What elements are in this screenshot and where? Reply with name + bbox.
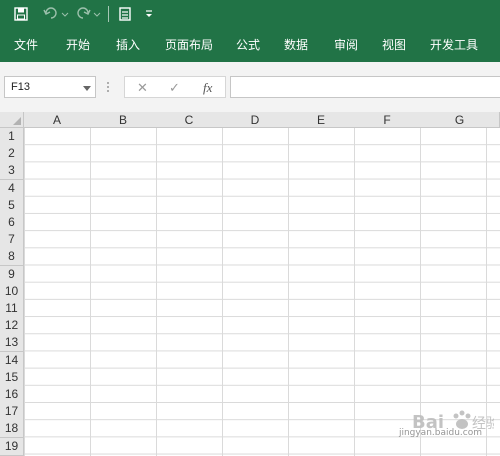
tab-formulas[interactable]: 公式 bbox=[236, 36, 260, 53]
row-header-14[interactable]: 14 bbox=[0, 352, 24, 370]
column-header-g[interactable]: G bbox=[420, 112, 500, 128]
column-header-e[interactable]: E bbox=[288, 112, 355, 128]
tab-data[interactable]: 数据 bbox=[284, 36, 308, 53]
cell-area[interactable] bbox=[24, 128, 500, 456]
tab-page-layout[interactable]: 页面布局 bbox=[165, 36, 213, 53]
row-header-11[interactable]: 11 bbox=[0, 300, 24, 318]
spreadsheet-grid: A B C D E F G 1 2 3 4 5 6 7 8 9 10 11 12… bbox=[0, 112, 500, 456]
column-header-c[interactable]: C bbox=[156, 112, 223, 128]
row-header-6[interactable]: 6 bbox=[0, 214, 24, 232]
name-box-value: F13 bbox=[11, 81, 30, 93]
tab-insert[interactable]: 插入 bbox=[116, 36, 140, 53]
baidu-jingyan-watermark: Bai 经验 jingyan.baidu.com bbox=[399, 408, 500, 442]
select-all-button[interactable] bbox=[0, 112, 24, 128]
insert-function-icon[interactable]: fx bbox=[203, 80, 212, 96]
row-header-10[interactable]: 10 bbox=[0, 283, 24, 301]
row-header-2[interactable]: 2 bbox=[0, 145, 24, 163]
row-header-7[interactable]: 7 bbox=[0, 231, 24, 249]
customize-qat-icon[interactable] bbox=[142, 4, 156, 24]
row-header-5[interactable]: 5 bbox=[0, 197, 24, 215]
column-header-d[interactable]: D bbox=[222, 112, 289, 128]
formula-tools: ✕ ✓ fx bbox=[124, 76, 226, 98]
name-box[interactable]: F13 bbox=[4, 76, 96, 98]
grip-dots-icon[interactable] bbox=[106, 80, 110, 94]
row-header-16[interactable]: 16 bbox=[0, 386, 24, 404]
row-header-4[interactable]: 4 bbox=[0, 180, 24, 198]
row-header-9[interactable]: 9 bbox=[0, 266, 24, 284]
column-header-a[interactable]: A bbox=[24, 112, 91, 128]
form-icon[interactable] bbox=[116, 4, 134, 24]
select-all-triangle-icon bbox=[13, 117, 21, 125]
tab-developer[interactable]: 开发工具 bbox=[430, 36, 478, 53]
formula-bar-area: F13 ✕ ✓ fx bbox=[0, 62, 500, 112]
enter-icon[interactable]: ✓ bbox=[169, 80, 180, 96]
row-header-8[interactable]: 8 bbox=[0, 248, 24, 266]
row-header-3[interactable]: 3 bbox=[0, 162, 24, 180]
row-header-17[interactable]: 17 bbox=[0, 403, 24, 421]
cancel-icon[interactable]: ✕ bbox=[137, 80, 148, 96]
quick-access-toolbar bbox=[0, 0, 500, 28]
row-header-1[interactable]: 1 bbox=[0, 128, 24, 146]
tab-home[interactable]: 开始 bbox=[66, 36, 90, 53]
formula-input[interactable] bbox=[230, 76, 500, 98]
tab-file[interactable]: 文件 bbox=[14, 36, 38, 53]
row-header-18[interactable]: 18 bbox=[0, 420, 24, 438]
row-header-15[interactable]: 15 bbox=[0, 369, 24, 387]
redo-icon[interactable] bbox=[74, 4, 102, 24]
row-header-19[interactable]: 19 bbox=[0, 438, 24, 456]
tab-view[interactable]: 视图 bbox=[382, 36, 406, 53]
undo-icon[interactable] bbox=[42, 4, 70, 24]
row-header-12[interactable]: 12 bbox=[0, 317, 24, 335]
ribbon: 文件 开始 插入 页面布局 公式 数据 审阅 视图 开发工具 bbox=[0, 0, 500, 62]
watermark-url: jingyan.baidu.com bbox=[398, 428, 482, 438]
row-header-13[interactable]: 13 bbox=[0, 334, 24, 352]
tab-review[interactable]: 审阅 bbox=[334, 36, 358, 53]
ribbon-tabs: 文件 开始 插入 页面布局 公式 数据 审阅 视图 开发工具 bbox=[0, 28, 500, 60]
chevron-down-icon[interactable] bbox=[83, 83, 91, 95]
column-header-b[interactable]: B bbox=[90, 112, 157, 128]
column-header-f[interactable]: F bbox=[354, 112, 421, 128]
qat-separator bbox=[108, 6, 109, 22]
save-icon[interactable] bbox=[10, 4, 32, 24]
